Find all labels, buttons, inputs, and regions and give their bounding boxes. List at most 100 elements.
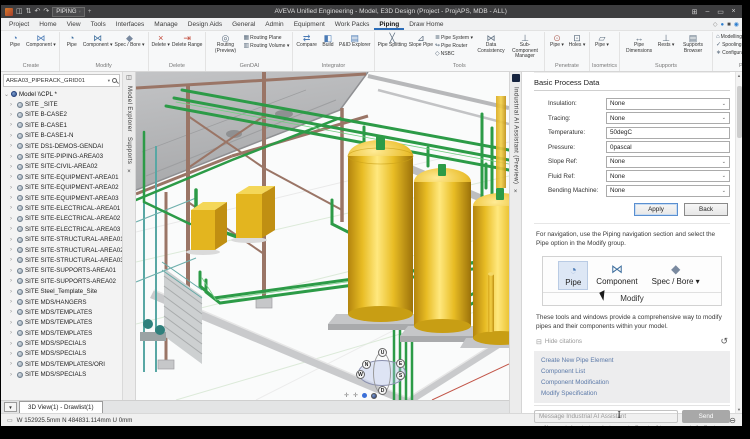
compass-s-button[interactable]: S xyxy=(396,371,405,380)
redo-icon[interactable]: ↷ xyxy=(43,8,49,16)
tree-item[interactable]: ›SITE DS1-DEMOS-GENDAI xyxy=(1,141,122,151)
chevron-collapsed-icon[interactable]: › xyxy=(10,112,15,118)
ribbon-tab-draw-home[interactable]: Draw Home xyxy=(404,20,448,30)
chevron-collapsed-icon[interactable]: › xyxy=(10,341,15,347)
close-icon[interactable]: × xyxy=(514,189,518,195)
slope-ref-dropdown[interactable]: None⌄ xyxy=(606,156,730,168)
routing-plane-button[interactable]: ▦Routing Plane xyxy=(243,34,289,41)
tree-item[interactable]: ›SITE SITE-STRUCTURAL-AREA02 xyxy=(1,245,122,255)
tree-item[interactable]: ›SITE SITE-EQUIPMENT-AREA01 xyxy=(1,172,122,182)
compass-gizmo[interactable]: UNEWSD xyxy=(357,351,409,397)
tree-item[interactable]: ›SITE MDS/TEMPLATES xyxy=(1,307,122,317)
compass-e-button[interactable]: E xyxy=(396,359,405,368)
component-button[interactable]: ⋈Component ▾ xyxy=(25,32,57,49)
minus-circle-icon[interactable]: ⊖ xyxy=(729,416,736,425)
tree-item[interactable]: ›SITE SITE-SUPPORTS-AREA01 xyxy=(1,266,122,276)
chevron-collapsed-icon[interactable]: › xyxy=(10,154,15,160)
chevron-collapsed-icon[interactable]: › xyxy=(10,143,15,149)
chevron-collapsed-icon[interactable]: › xyxy=(10,102,15,108)
tree-item[interactable]: ›SITE SITE-ELECTRICAL-AREA03 xyxy=(1,224,122,234)
help-icon[interactable]: ◉ xyxy=(734,21,739,28)
citation-link-create-new-pipe-element[interactable]: Create New Pipe Element xyxy=(541,355,723,366)
citation-link-modify-specification[interactable]: Modify Specification xyxy=(541,388,723,399)
spooling-checks-button[interactable]: ✓Spooling & Checks ▾ xyxy=(716,41,742,48)
chevron-collapsed-icon[interactable]: › xyxy=(10,216,15,222)
slope-pipe-button[interactable]: ⊿Slope Pipe xyxy=(408,32,434,49)
tree-item[interactable]: ›SITE SITE-ELECTRICAL-AREA02 xyxy=(1,214,122,224)
app-logo-icon[interactable] xyxy=(5,8,13,16)
tree-item[interactable]: ›SITE SITE-PIPING-AREA03 xyxy=(1,151,122,161)
refresh-icon[interactable]: ↺ xyxy=(720,336,728,347)
tree-item[interactable]: ›SITE SITE-STRUCTURAL-AREA03 xyxy=(1,255,122,265)
dock-icon[interactable]: ◫ xyxy=(126,74,132,81)
ribbon-tab-manage[interactable]: Manage xyxy=(149,20,183,30)
3d-viewport[interactable]: UNEWSD ✛ ✛ xyxy=(136,72,509,400)
explorer-search-input[interactable] xyxy=(6,78,106,84)
tree-item[interactable]: ›SITE Steel_Template_Site xyxy=(1,286,122,296)
chevron-collapsed-icon[interactable]: › xyxy=(10,247,15,253)
close-icon[interactable]: × xyxy=(127,169,131,175)
compass-n-button[interactable]: N xyxy=(362,360,371,369)
routing-volume-button[interactable]: ▥Routing Volume ▾ xyxy=(243,42,289,49)
chevron-collapsed-icon[interactable]: › xyxy=(10,257,15,263)
insulation-dropdown[interactable]: None⌄ xyxy=(606,98,730,110)
record-icon[interactable]: ■ xyxy=(727,22,731,28)
close-icon[interactable]: × xyxy=(729,8,738,16)
tree-item[interactable]: ›SITE SITE-ELECTRICAL-AREA01 xyxy=(1,203,122,213)
pid-explorer-button[interactable]: ▤P&ID Explorer xyxy=(338,32,372,49)
sub-component-manager-button[interactable]: ⊥Sub-Component Manager xyxy=(508,32,542,60)
info-icon[interactable]: ● xyxy=(721,22,725,28)
arrow-icon[interactable]: ✛ xyxy=(353,392,358,399)
spec-bore-preview-button[interactable]: ◆Spec / Bore ▾ xyxy=(646,261,706,290)
ribbon-tab-general[interactable]: General xyxy=(227,20,260,30)
pipe-isometrics-button[interactable]: ▱Pipe ▾ xyxy=(592,32,612,49)
citation-link-component-modification[interactable]: Component Modification xyxy=(541,377,723,388)
dock-window-icon[interactable]: ⊞ xyxy=(690,8,699,16)
locator-dot-icon[interactable] xyxy=(362,393,367,398)
pipe-button[interactable]: ◔Pipe xyxy=(5,32,25,49)
chevron-collapsed-icon[interactable]: › xyxy=(10,268,15,274)
scroll-down-icon[interactable]: ▼ xyxy=(737,407,741,412)
panel-scrollbar[interactable]: ▲ ▼ xyxy=(735,72,742,413)
save-icon[interactable]: ◫ xyxy=(16,8,23,16)
delete-button[interactable]: ×Delete ▾ xyxy=(151,32,171,49)
search-icon[interactable] xyxy=(112,78,117,83)
chevron-collapsed-icon[interactable]: › xyxy=(10,185,15,191)
tree-item[interactable]: ›SITE MDS/SPECIALS xyxy=(1,338,122,348)
scroll-thumb[interactable] xyxy=(737,86,742,138)
chevron-collapsed-icon[interactable]: › xyxy=(10,226,15,232)
pipe-button[interactable]: ◔Pipe xyxy=(62,32,82,49)
pipe-penetrate-button[interactable]: ⊙Pipe ▾ xyxy=(547,32,567,49)
component-button[interactable]: ⋈Component ▾ xyxy=(82,32,114,49)
delete-range-button[interactable]: ⇥Delete Range xyxy=(171,32,204,49)
chevron-collapsed-icon[interactable]: › xyxy=(10,361,15,367)
tree-item[interactable]: ›SITE MDS/HANGERS xyxy=(1,297,122,307)
tree-item[interactable]: ›SITE MDS/SPECIALS xyxy=(1,349,122,359)
rests-button[interactable]: ⊥Rests ▾ xyxy=(656,32,676,49)
component-preview-button[interactable]: ⋈Component xyxy=(590,261,643,290)
ribbon-tab-design-aids[interactable]: Design Aids xyxy=(183,20,227,30)
tree-item[interactable]: ›SITE MDS/TEMPLATES xyxy=(1,328,122,338)
compare-button[interactable]: ⇄Compare xyxy=(295,32,318,49)
tree-item[interactable]: ›SITE MDS/SPECIALS xyxy=(1,370,122,380)
minimize-icon[interactable]: – xyxy=(703,8,712,16)
pipe-system-button[interactable]: ≣Pipe System ▾ xyxy=(435,34,473,41)
view-tab[interactable]: 3D View(1) - Drawlist(1) xyxy=(19,401,103,413)
assistant-tab-label[interactable]: Industrial AI Assistant (Preview) xyxy=(513,87,519,184)
chevron-collapsed-icon[interactable]: › xyxy=(10,330,15,336)
ribbon-tab-work-packs[interactable]: Work Packs xyxy=(330,20,375,30)
tree-item[interactable]: ›SITE SITE-CIVIL-AREA02 xyxy=(1,162,122,172)
tree-item[interactable]: ›SITE SITE-SUPPORTS-AREA02 xyxy=(1,276,122,286)
ribbon-tab-home[interactable]: Home xyxy=(34,20,61,30)
hide-citations-toggle[interactable]: Hide citations xyxy=(545,338,582,345)
tree-root[interactable]: ⌄Model \\CPL * xyxy=(1,89,122,99)
back-button[interactable]: Back xyxy=(684,203,728,216)
apply-button[interactable]: Apply xyxy=(634,203,678,216)
bending-machine-dropdown[interactable]: None⌄ xyxy=(606,185,730,197)
connect-icon[interactable]: ⇅ xyxy=(26,8,32,16)
pipe-dimensions-button[interactable]: ↔Pipe Dimensions xyxy=(622,32,656,54)
chevron-collapsed-icon[interactable]: › xyxy=(10,351,15,357)
send-button[interactable]: Send xyxy=(682,410,730,423)
chevron-collapsed-icon[interactable]: › xyxy=(10,205,15,211)
tree-item[interactable]: ›SITE MDS/TEMPLATES/ORI xyxy=(1,359,122,369)
